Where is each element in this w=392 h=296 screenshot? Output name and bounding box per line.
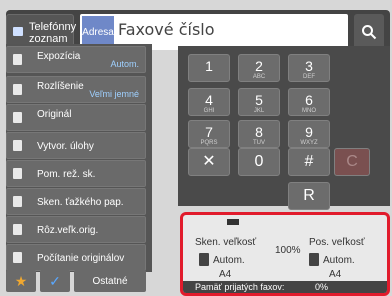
job-build-icon — [13, 140, 22, 151]
key-r[interactable]: R — [288, 182, 330, 210]
key-7[interactable]: 7 PQRS — [188, 120, 230, 148]
other-button[interactable]: Ostatné — [74, 270, 146, 292]
original-count-label: Počítanie originálov — [37, 253, 125, 264]
original-count-icon — [13, 252, 22, 263]
scanner-icon — [227, 219, 239, 225]
exposure-value: Autom. — [110, 59, 139, 69]
search-icon — [362, 25, 377, 40]
ratio-value: 100% — [275, 245, 301, 256]
original-count-button[interactable]: Počítanie originálov — [6, 244, 146, 271]
key-8[interactable]: 8 TUV — [238, 120, 280, 148]
slow-scan-icon — [13, 168, 22, 179]
thick-paper-icon — [13, 196, 22, 207]
resolution-button[interactable]: Rozlíšenie Veľmi jemné — [6, 76, 146, 103]
key-2[interactable]: 2 ABC — [238, 54, 280, 82]
favorites-button[interactable]: ★ — [6, 270, 36, 292]
resolution-icon — [13, 84, 22, 95]
thick-paper-label: Sken. ťažkého pap. — [37, 197, 124, 208]
resolution-label: Rozlíšenie — [37, 81, 84, 92]
memory-bar: Pamäť prijatých faxov: 0% — [183, 281, 387, 293]
key-0[interactable]: 0 — [238, 148, 280, 176]
scan-document-icon — [199, 253, 209, 266]
mixed-size-icon — [13, 224, 22, 235]
phonebook-icon — [13, 27, 23, 36]
status-panel: Sken. veľkosť 100% Pos. veľkosť Autom. A… — [180, 212, 390, 296]
slow-scan-label: Pom. rež. sk. — [37, 169, 96, 180]
exposure-label: Expozícia — [37, 51, 81, 62]
key-pause[interactable]: ✕ — [188, 148, 230, 176]
job-build-label: Vytvor. úlohy — [37, 141, 94, 152]
search-button[interactable] — [354, 14, 384, 50]
key-3[interactable]: 3 DEF — [288, 54, 330, 82]
key-hash[interactable]: # — [288, 148, 330, 176]
memory-label: Pamäť prijatých faxov: — [195, 282, 285, 292]
original-icon — [13, 112, 22, 123]
scan-size-value: Autom. — [213, 255, 245, 266]
key-1[interactable]: 1 — [188, 54, 230, 82]
scan-paper-size: A4 — [219, 269, 232, 280]
send-size-value: Autom. — [323, 255, 355, 266]
fax-screen: Telefónny zoznam Adresa Faxové číslo Exp… — [0, 0, 392, 296]
original-button[interactable]: Originál — [6, 104, 146, 131]
job-build-button[interactable]: Vytvor. úlohy — [6, 132, 146, 159]
check-icon: ✓ — [49, 272, 61, 289]
memory-value: 0% — [315, 282, 329, 292]
exposure-button[interactable]: Expozícia Autom. — [6, 46, 146, 73]
confirm-button[interactable]: ✓ — [40, 270, 70, 292]
original-label: Originál — [37, 109, 72, 120]
mixed-size-original-button[interactable]: Rôz.veľk.orig. — [6, 216, 146, 243]
key-9[interactable]: 9 WXYZ — [288, 120, 330, 148]
phonebook-label: Telefónny zoznam — [29, 21, 77, 45]
send-size-label: Pos. veľkosť — [309, 237, 365, 248]
key-6[interactable]: 6 MNO — [288, 88, 330, 116]
key-5[interactable]: 5 JKL — [238, 88, 280, 116]
star-icon: ★ — [14, 272, 28, 289]
fax-number-placeholder: Faxové číslo — [118, 20, 215, 39]
resolution-value: Veľmi jemné — [89, 89, 139, 99]
slow-scan-button[interactable]: Pom. rež. sk. — [6, 160, 146, 187]
exposure-icon — [13, 54, 22, 65]
scan-size-label: Sken. veľkosť — [195, 237, 257, 248]
mixed-size-label: Rôz.veľk.orig. — [37, 225, 99, 236]
send-document-icon — [309, 253, 319, 266]
key-4[interactable]: 4 GHI — [188, 88, 230, 116]
send-paper-size: A4 — [329, 269, 342, 280]
thick-paper-scan-button[interactable]: Sken. ťažkého pap. — [6, 188, 146, 215]
key-clear[interactable]: C — [334, 148, 370, 176]
